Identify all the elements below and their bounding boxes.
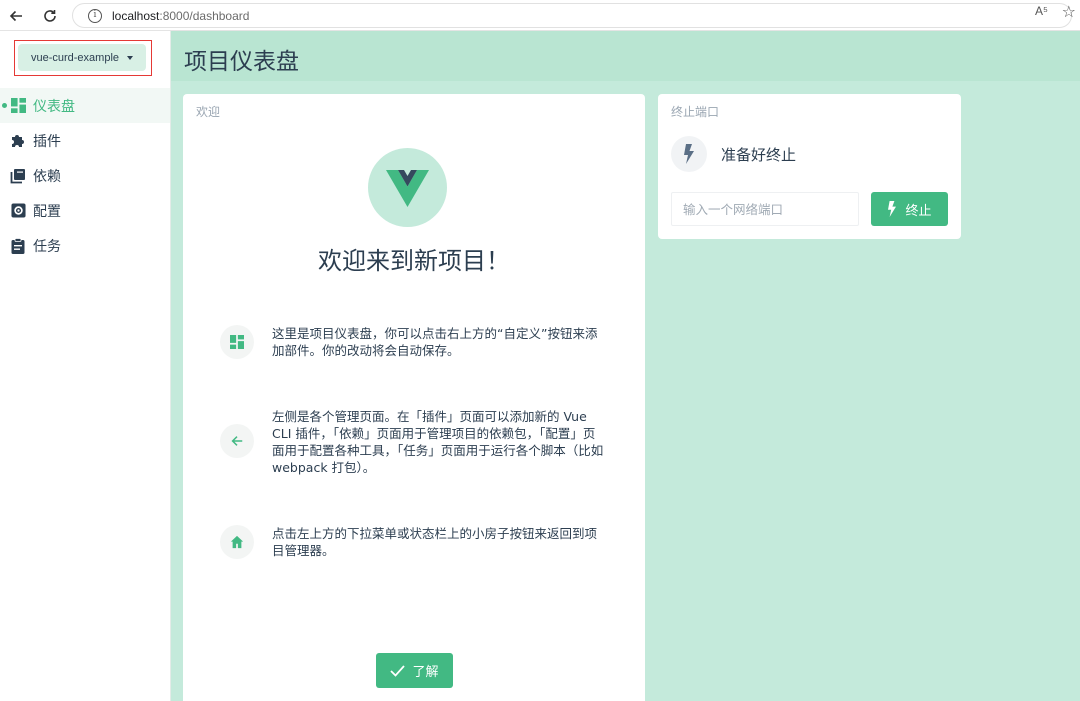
sidebar-item-tasks[interactable]: 任务 <box>0 228 170 263</box>
caret-down-icon <box>127 55 134 60</box>
url-text: localhost:8000/dashboard <box>112 8 250 23</box>
main-content: 项目仪表盘 欢迎 欢迎来到新项目！ 这里是项目仪表盘，你可以点击右上方的“自定义… <box>171 31 1080 701</box>
active-indicator <box>2 103 7 108</box>
widget-title: 欢迎 <box>196 105 221 119</box>
read-aloud-icon[interactable]: A⁵ <box>1035 4 1048 18</box>
sidebar-item-label: 仪表盘 <box>33 98 75 115</box>
sidebar-nav: 仪表盘 插件 依赖 配置 任务 <box>0 88 170 263</box>
dashboard-icon <box>220 325 254 359</box>
tip-item: 点击左上方的下拉菜单或状态栏上的小房子按钮来返回到项目管理器。 <box>220 525 620 559</box>
tip-item: 这里是项目仪表盘，你可以点击右上方的“自定义”按钮来添加部件。你的改动将会自动保… <box>220 325 620 359</box>
bolt-icon <box>671 136 707 172</box>
sidebar-item-plugins[interactable]: 插件 <box>0 123 170 158</box>
info-icon[interactable]: i <box>88 8 102 23</box>
arrow-left-icon <box>220 424 254 458</box>
kill-button-label: 终止 <box>905 203 932 219</box>
sidebar: vue-curd-example 仪表盘 插件 依赖 配置 任务 <box>0 31 171 701</box>
tip-text: 点击左上方的下拉菜单或状态栏上的小房子按钮来返回到项目管理器。 <box>272 526 598 558</box>
address-bar[interactable]: i localhost:8000/dashboard <box>72 3 1072 28</box>
welcome-heading: 欢迎来到新项目！ <box>318 247 510 275</box>
port-input[interactable] <box>671 192 859 226</box>
sidebar-item-configuration[interactable]: 配置 <box>0 193 170 228</box>
reload-icon <box>44 10 56 22</box>
browser-toolbar: i localhost:8000/dashboard A⁵ ☆ <box>0 0 1080 31</box>
page-title: 项目仪表盘 <box>184 49 299 75</box>
sidebar-item-dependencies[interactable]: 依赖 <box>0 158 170 193</box>
page-header: 项目仪表盘 <box>171 31 1080 81</box>
welcome-widget: 欢迎 欢迎来到新项目！ 这里是项目仪表盘，你可以点击右上方的“自定义”按钮来添加… <box>183 94 645 701</box>
favorite-star-icon[interactable]: ☆ <box>1062 2 1076 21</box>
tip-text: 左侧是各个管理页面。在「插件」页面可以添加新的 Vue CLI 插件，「依赖」页… <box>272 409 604 475</box>
puzzle-icon <box>10 133 26 149</box>
check-icon <box>390 664 406 677</box>
sidebar-item-label: 任务 <box>33 238 61 255</box>
got-it-label: 了解 <box>412 665 439 680</box>
home-icon <box>220 525 254 559</box>
sidebar-item-label: 插件 <box>33 133 61 150</box>
sidebar-item-label: 配置 <box>33 203 61 220</box>
got-it-button[interactable]: 了解 <box>376 653 453 688</box>
reload-button[interactable] <box>38 4 62 28</box>
sidebar-item-label: 依赖 <box>33 168 61 185</box>
project-dropdown[interactable]: vue-curd-example <box>18 44 146 71</box>
library-icon <box>10 168 26 184</box>
back-button[interactable] <box>4 4 28 28</box>
vue-logo <box>368 148 447 227</box>
bolt-icon <box>888 201 897 217</box>
project-name: vue-curd-example <box>30 51 120 64</box>
kill-button[interactable]: 终止 <box>871 192 948 226</box>
kill-status: 准备好终止 <box>671 136 796 172</box>
tip-item: 左侧是各个管理页面。在「插件」页面可以添加新的 Vue CLI 插件，「依赖」页… <box>220 408 620 476</box>
kill-port-widget: 终止端口 准备好终止 终止 <box>658 94 961 239</box>
clipboard-icon <box>10 237 26 254</box>
tip-text: 这里是项目仪表盘，你可以点击右上方的“自定义”按钮来添加部件。你的改动将会自动保… <box>272 326 598 358</box>
kill-status-text: 准备好终止 <box>721 145 797 164</box>
dashboard-icon <box>10 98 26 114</box>
project-select-highlight: vue-curd-example <box>14 40 152 76</box>
widget-title: 终止端口 <box>671 105 720 119</box>
arrow-left-icon <box>9 10 22 22</box>
settings-box-icon <box>10 203 26 219</box>
sidebar-item-dashboard[interactable]: 仪表盘 <box>0 88 170 123</box>
